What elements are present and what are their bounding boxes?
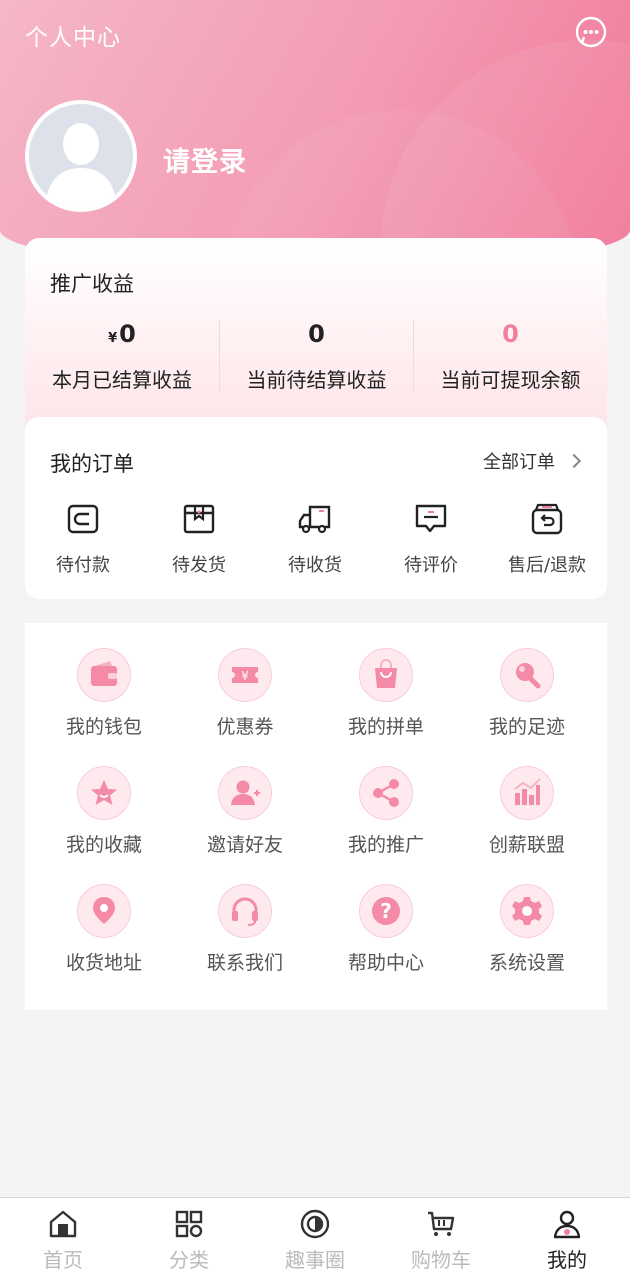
earnings-value: 0 [308,320,325,348]
chevron-right-icon [566,453,582,469]
all-orders-label: 全部订单 [483,452,555,473]
tab-label: 我的 [547,1248,587,1272]
bar-chart-icon [514,778,541,805]
earnings-month-settled[interactable]: ¥0 本月已结算收益 [25,320,219,393]
tab-cart[interactable]: 购物车 [378,1208,504,1273]
grid-icon [175,1210,203,1238]
order-pending-review[interactable]: 待评价 [373,501,489,577]
message-icon[interactable] [574,15,608,49]
service-label: 系统设置 [488,952,565,974]
svg-text:?: ? [380,899,392,923]
box-icon [183,504,215,534]
order-item-label: 待收货 [288,555,342,576]
service-label: 邀请好友 [206,834,283,856]
service-footprint[interactable]: 我的足迹 [457,648,597,739]
service-contact[interactable]: 联系我们 [175,884,315,975]
home-icon [49,1210,77,1238]
earnings-withdrawable[interactable]: 0 当前可提现余额 [413,320,607,393]
service-favorites[interactable]: 我的收藏 [34,766,174,857]
service-label: 我的足迹 [488,716,565,738]
service-alliance[interactable]: 创薪联盟 [457,766,597,857]
earnings-title: 推广收益 [50,272,134,296]
tab-home[interactable]: 首页 [0,1208,126,1273]
order-item-label: 待付款 [56,555,110,576]
earnings-value: 0 [502,320,519,348]
earnings-label: 当前待结算收益 [246,368,387,392]
wallet-icon [67,504,99,534]
order-pending-shipment[interactable]: 待发货 [141,501,257,577]
service-label: 我的钱包 [65,716,142,738]
headset-icon [232,897,258,926]
order-pending-receipt[interactable]: 待收货 [257,501,373,577]
orders-card: 我的订单 全部订单 待付款 待发货 待收货 待评价 售后/退款 [25,417,607,599]
invite-user-icon [231,780,260,805]
cart-icon [428,1211,455,1236]
service-invite[interactable]: 邀请好友 [175,766,315,857]
tab-label: 首页 [43,1248,83,1272]
service-label: 我的拼单 [347,716,424,738]
earnings-value: 0 [119,320,136,348]
tab-label: 分类 [169,1248,209,1272]
services-grid: 我的钱包 ¥ 优惠券 我的拼单 我的足迹 我的收藏 邀请好友 我的推广 创薪联盟… [25,623,607,1010]
location-icon [93,897,115,924]
service-help[interactable]: ? 帮助中心 [316,884,456,975]
service-label: 我的推广 [347,834,424,856]
service-coupon[interactable]: ¥ 优惠券 [175,648,315,739]
earnings-label: 当前可提现余额 [440,368,581,392]
coupon-icon: ¥ [232,667,258,683]
footprint-icon [516,663,541,689]
service-label: 创薪联盟 [488,834,565,856]
earnings-label: 本月已结算收益 [52,368,192,392]
avatar[interactable] [25,100,137,212]
orders-title: 我的订单 [50,452,134,476]
shopping-bag-icon [375,659,397,688]
currency-symbol: ¥ [108,331,118,346]
default-avatar-icon [45,123,117,208]
order-pending-payment[interactable]: 待付款 [25,501,141,577]
earnings-pending[interactable]: 0 当前待结算收益 [219,320,413,393]
settings-icon [512,897,542,925]
all-orders-link[interactable]: 全部订单 [483,448,582,474]
tab-fun-circle[interactable]: 趣事圈 [252,1208,378,1273]
truck-icon [298,505,331,534]
circle-icon [300,1209,330,1239]
refund-icon [531,503,563,535]
page-title: 个人中心 [25,25,121,51]
service-label: 帮助中心 [347,952,424,974]
help-icon: ? [372,897,400,925]
share-icon [373,779,399,807]
tab-label: 购物车 [411,1248,471,1272]
order-item-label: 待发货 [172,555,226,576]
tab-label: 趣事圈 [285,1248,345,1272]
service-label: 收货地址 [65,952,142,974]
wallet-icon [91,661,117,686]
earnings-card: 推广收益 ¥0 本月已结算收益 0 当前待结算收益 0 当前可提现余额 [25,238,607,438]
svg-text:¥: ¥ [241,669,249,683]
login-link[interactable]: 请登录 [163,140,247,179]
user-icon [553,1210,581,1239]
service-promotion[interactable]: 我的推广 [316,766,456,857]
service-label: 我的收藏 [65,834,142,856]
tab-mine[interactable]: 我的 [504,1208,630,1273]
star-icon [91,780,117,805]
service-label: 联系我们 [206,952,283,974]
order-item-label: 待评价 [404,555,458,576]
bottom-tab-bar: 首页 分类 趣事圈 购物车 我的 [0,1197,630,1280]
order-item-label: 售后/退款 [507,555,587,576]
service-address[interactable]: 收货地址 [34,884,174,975]
service-wallet[interactable]: 我的钱包 [34,648,174,739]
service-label: 优惠券 [216,716,274,738]
order-after-sales[interactable]: 售后/退款 [489,501,605,577]
service-settings[interactable]: 系统设置 [457,884,597,975]
tab-category[interactable]: 分类 [126,1208,252,1273]
comment-icon [415,504,447,533]
service-group-buy[interactable]: 我的拼单 [316,648,456,739]
profile-header: 个人中心 请登录 [0,0,630,270]
